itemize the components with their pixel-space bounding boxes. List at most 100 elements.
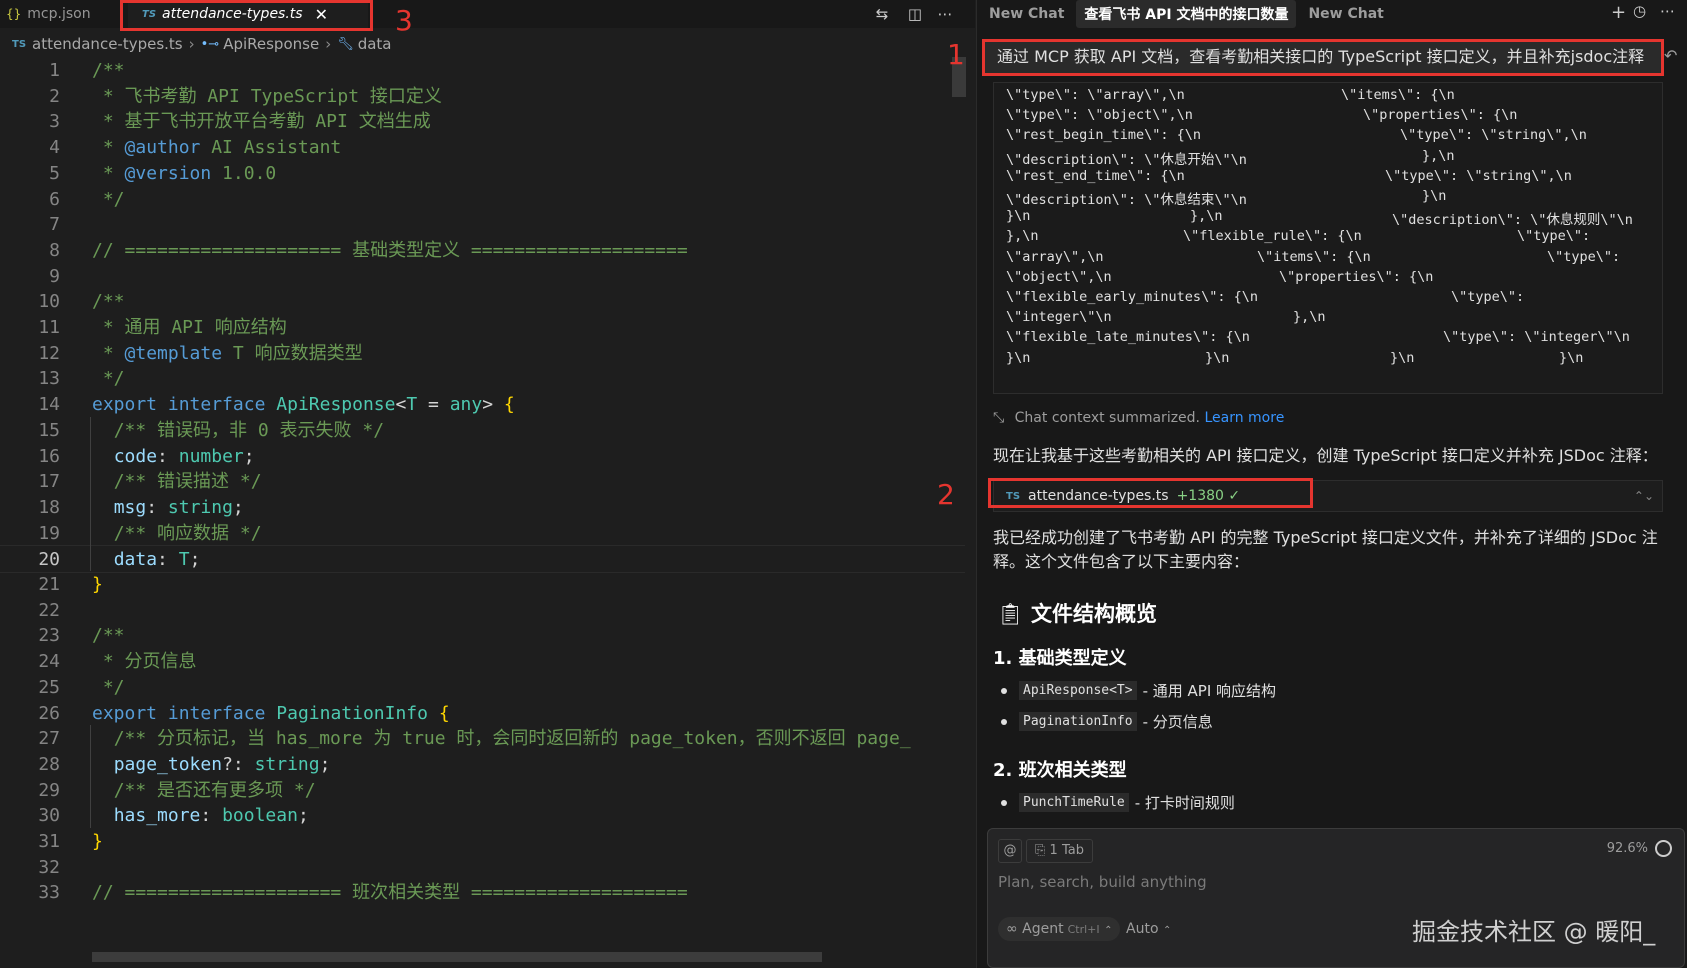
code-line[interactable]: 27 /** 分页标记，当 has_more 为 true 时，会同时返回新的 … — [0, 725, 965, 753]
chat-tab-active[interactable]: 查看飞书 API 文档中的接口数量 — [1076, 0, 1297, 28]
code-text: * 基于飞书开放平台考勤 API 文档生成 — [92, 111, 431, 133]
context-tab-chip[interactable]: ⎘ 1 Tab — [1026, 839, 1093, 863]
code-text: * @author AI Assistant — [92, 137, 342, 159]
undo-icon[interactable]: ↶ — [1664, 46, 1677, 65]
code-line[interactable]: 20 data: T; — [0, 545, 965, 573]
code-text: /** 分页标记，当 has_more 为 true 时，会同时返回新的 pag… — [113, 728, 911, 750]
annotation-number-2: 2 — [937, 478, 955, 511]
chat-tab-new-1[interactable]: New Chat — [981, 2, 1072, 26]
code-line[interactable]: 33 // ==================== 班次相关类型 =======… — [0, 879, 965, 907]
tool-output-text: },\n — [1190, 208, 1223, 225]
code-line[interactable]: 28 page_token?: string; — [0, 751, 965, 779]
line-number: 17 — [38, 471, 60, 493]
summarize-icon: ⤡ — [993, 410, 1005, 426]
tool-output-text: \"rest_begin_time\": {\n — [1006, 127, 1202, 144]
code-line[interactable]: 4 * @author AI Assistant — [0, 134, 965, 162]
bullet — [1001, 799, 1007, 806]
interface-symbol-icon: •⊸ — [200, 36, 220, 52]
code-line[interactable]: 9 — [0, 263, 965, 291]
code-line[interactable]: 31} — [0, 828, 965, 856]
learn-more-link[interactable]: Learn more — [1204, 410, 1284, 426]
code-line[interactable]: 23 /** — [0, 622, 965, 650]
code-line[interactable]: 7 — [0, 211, 965, 239]
split-editor-icon[interactable]: ◫ — [905, 4, 925, 24]
code-line[interactable]: 19 /** 响应数据 */ — [0, 520, 965, 548]
annotation-number-1: 1 — [947, 38, 965, 71]
code-text: /** 是否还有更多项 */ — [113, 779, 316, 801]
tool-output-text: }\n — [1390, 349, 1415, 366]
line-number: 32 — [38, 856, 60, 878]
code-line[interactable]: 15 /** 错误码，非 0 表示失败 */ — [0, 417, 965, 445]
code-area[interactable]: 1/** 2 * 飞书考勤 API TypeScript 接口定义 3 * 基于飞书… — [0, 57, 965, 968]
code-line[interactable]: 16 code: number; — [0, 443, 965, 471]
line-number: 18 — [38, 496, 60, 518]
code-text: export interface PaginationInfo { — [92, 702, 450, 724]
code-line[interactable]: 22 — [0, 597, 965, 625]
code-line[interactable]: 17 /** 错误描述 */ — [0, 468, 965, 496]
section-heading: 📋︎ 文件结构概览 — [997, 602, 1157, 626]
code-line[interactable]: 10 /** — [0, 288, 965, 316]
code-line[interactable]: 2 * 飞书考勤 API TypeScript 接口定义 — [0, 83, 965, 111]
tool-output-text: \"type\": — [1451, 289, 1525, 305]
more-actions-icon[interactable]: ⋯ — [935, 4, 955, 24]
more-icon[interactable]: ⋯ — [1660, 2, 1675, 20]
code-line[interactable]: 30 has_more: boolean; — [0, 802, 965, 830]
chevron-up-icon: ⌃ — [1162, 925, 1172, 936]
line-number: 3 — [49, 111, 60, 133]
code-text: code: number; — [113, 445, 255, 467]
chat-input[interactable]: Plan, search, build anything — [998, 873, 1207, 891]
tool-output-text: \"array\",\n — [1006, 248, 1104, 265]
code-line[interactable]: 24 * 分页信息 — [0, 648, 965, 676]
code-line[interactable]: 14 export interface ApiResponse<T = any> … — [0, 391, 965, 419]
code-line[interactable]: 29 /** 是否还有更多项 */ — [0, 777, 965, 805]
breadcrumb-symbol-data[interactable]: data — [358, 35, 392, 53]
code-text: /** 错误码，非 0 表示失败 */ — [113, 419, 385, 441]
bullet — [1001, 718, 1007, 725]
breadcrumb-symbol-apiresponse[interactable]: ApiResponse — [223, 35, 319, 53]
code-line[interactable]: 25 */ — [0, 674, 965, 702]
code-line[interactable]: 11 * 通用 API 响应结构 — [0, 314, 965, 342]
line-number: 15 — [38, 419, 60, 441]
code-line[interactable]: 12 * @template T 响应数据类型 — [0, 340, 965, 368]
list-item: ApiResponse<T> - 通用 API 响应结构 — [993, 680, 1276, 701]
model-selector[interactable]: Auto ⌃ — [1126, 917, 1171, 943]
line-number: 23 — [38, 625, 60, 647]
horizontal-scrollbar[interactable] — [92, 952, 822, 962]
code-text: /** — [92, 625, 125, 647]
code-line[interactable]: 21} — [0, 571, 965, 599]
line-number: 21 — [38, 574, 60, 595]
agent-mode-selector[interactable]: ∞ Agent Ctrl+I ⌃ — [998, 917, 1121, 941]
code-line[interactable]: 3 * 基于飞书开放平台考勤 API 文档生成 — [0, 108, 965, 136]
code-line[interactable]: 32 — [0, 854, 965, 882]
clipboard-icon: 📋︎ — [997, 602, 1024, 626]
code-line[interactable]: 5 * @version 1.0.0 — [0, 160, 965, 188]
code-line[interactable]: 8 // ==================== 基础类型定义 ========… — [0, 237, 965, 265]
assistant-intro-text: 现在让我基于这些考勤相关的 API 接口定义，创建 TypeScript 接口定… — [993, 446, 1658, 465]
expand-chevron-icon[interactable]: ⌃⌄ — [1634, 489, 1654, 503]
code-line[interactable]: 13 */ — [0, 365, 965, 393]
plus-icon[interactable]: + — [1611, 2, 1626, 23]
tool-output-text: }\n — [1006, 208, 1031, 225]
tool-output-text: \"type\": \"array\",\n — [1006, 87, 1185, 103]
tab-mcp-json[interactable]: {} mcp.json — [0, 0, 116, 28]
code-text: } — [92, 831, 103, 852]
minimap[interactable] — [952, 57, 966, 968]
compare-changes-icon[interactable]: ⇆ — [872, 4, 892, 24]
line-number: 8 — [49, 239, 60, 261]
typescript-icon: TS — [12, 38, 27, 50]
code-text: page_token?: string; — [113, 753, 331, 775]
code-text: * 通用 API 响应结构 — [92, 317, 287, 338]
code-line[interactable]: 18 msg: string; — [0, 494, 965, 522]
code-line[interactable]: 26 export interface PaginationInfo { — [0, 700, 965, 728]
code-line[interactable]: 1 /** — [0, 57, 965, 85]
breadcrumb-file[interactable]: attendance-types.ts — [32, 35, 183, 53]
code-text: */ — [92, 368, 125, 390]
code-text: data: T; — [113, 549, 201, 571]
history-icon[interactable]: ◷ — [1633, 2, 1646, 20]
chevron-right-icon: › — [325, 35, 332, 53]
subheading-shift-types: 2. 班次相关类型 — [993, 760, 1127, 781]
code-line[interactable]: 6 */ — [0, 186, 965, 214]
mention-button[interactable]: @ — [998, 839, 1022, 863]
chat-tab-new-2[interactable]: New Chat — [1300, 2, 1391, 26]
indent-guide — [90, 416, 91, 571]
